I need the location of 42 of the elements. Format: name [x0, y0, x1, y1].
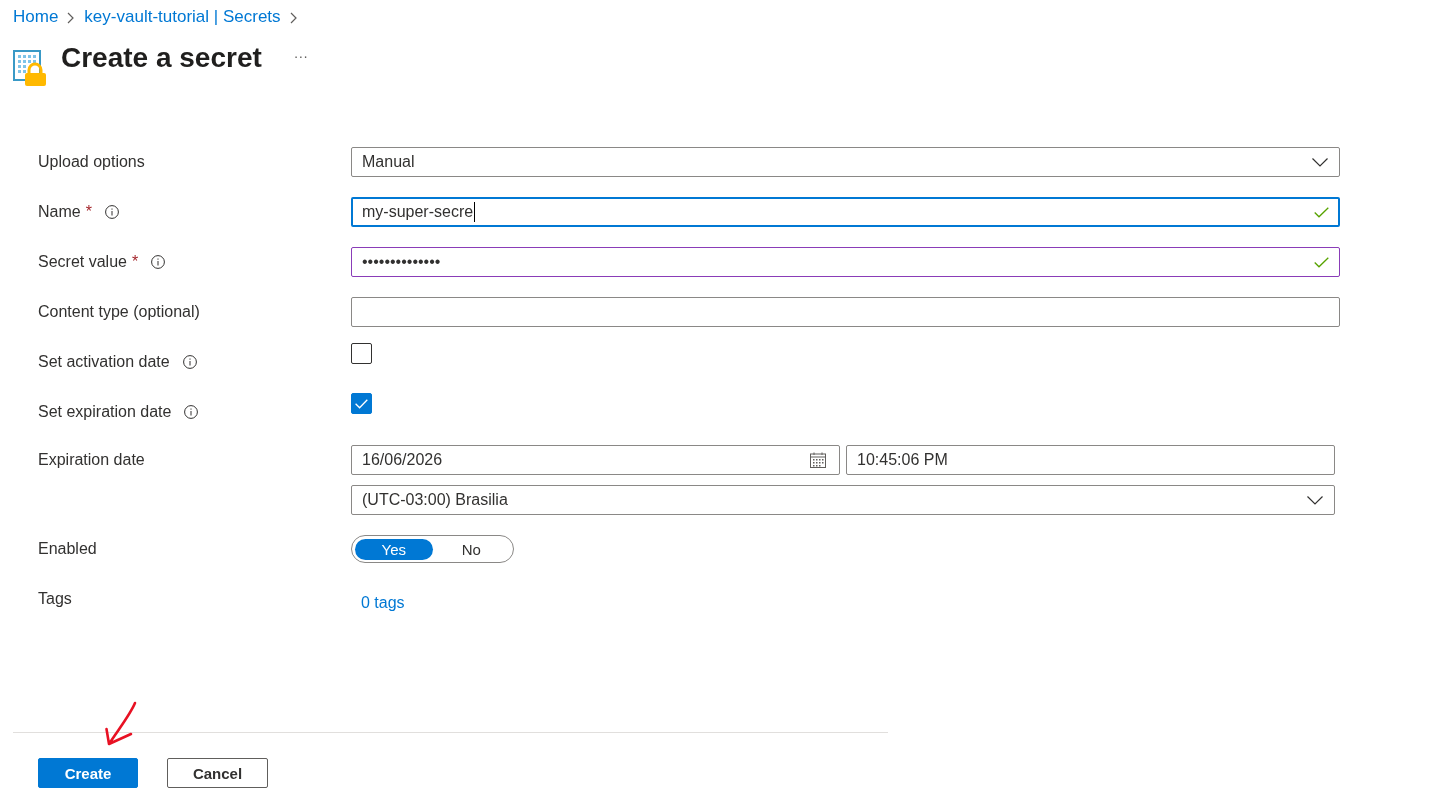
info-icon[interactable] — [151, 255, 166, 269]
field-label: Set expiration date — [38, 402, 172, 422]
checkbox[interactable] — [351, 393, 372, 414]
dropdown[interactable]: Manual — [351, 147, 1340, 177]
field-label: Content type (optional) — [38, 302, 200, 322]
text-field[interactable]: my-super-secre — [351, 197, 1340, 227]
field-label: Upload options — [38, 152, 145, 172]
field-label: Enabled — [38, 539, 97, 559]
field-label: Name — [38, 202, 81, 222]
chevron-right-icon — [289, 11, 297, 24]
toggle-option[interactable]: No — [432, 538, 510, 560]
checkmark-icon — [355, 398, 368, 409]
cancel-button[interactable]: Cancel — [167, 758, 268, 788]
tags-link[interactable]: 0 tags — [351, 592, 405, 614]
info-icon[interactable] — [104, 205, 119, 219]
field-label: Tags — [38, 589, 72, 609]
breadcrumb-link[interactable]: Home — [13, 6, 59, 28]
text-cursor-icon — [474, 202, 476, 222]
secret-lock-icon — [13, 50, 47, 87]
more-button[interactable]: ··· — [289, 46, 312, 66]
info-icon[interactable] — [182, 355, 197, 369]
text-field[interactable] — [351, 297, 1340, 327]
field-label: Expiration date — [38, 450, 145, 470]
field-label: Secret value — [38, 252, 127, 272]
required-mark: * — [131, 252, 139, 272]
toggle-option[interactable]: Yes — [355, 538, 433, 560]
timezone-dropdown[interactable]: (UTC-03:00) Brasilia — [351, 485, 1335, 515]
calendar-icon[interactable] — [810, 452, 826, 468]
create-button[interactable]: Create — [38, 758, 138, 788]
breadcrumb-link[interactable]: key-vault-tutorial | Secrets — [84, 6, 281, 28]
time-field[interactable]: 10:45:06 PM — [846, 445, 1335, 475]
page-title: Create a secret — [61, 41, 262, 75]
chevron-down-icon — [1312, 157, 1328, 167]
chevron-down-icon — [1307, 495, 1323, 505]
password-field[interactable]: •••••••••••••• — [351, 247, 1340, 277]
annotation-arrow-icon — [103, 700, 139, 748]
info-icon[interactable] — [184, 405, 199, 419]
field-label: Set activation date — [38, 352, 170, 372]
checkbox[interactable] — [351, 343, 372, 364]
date-field[interactable]: 16/06/2026 — [351, 445, 840, 475]
required-mark: * — [85, 202, 92, 222]
chevron-right-icon — [67, 11, 75, 24]
